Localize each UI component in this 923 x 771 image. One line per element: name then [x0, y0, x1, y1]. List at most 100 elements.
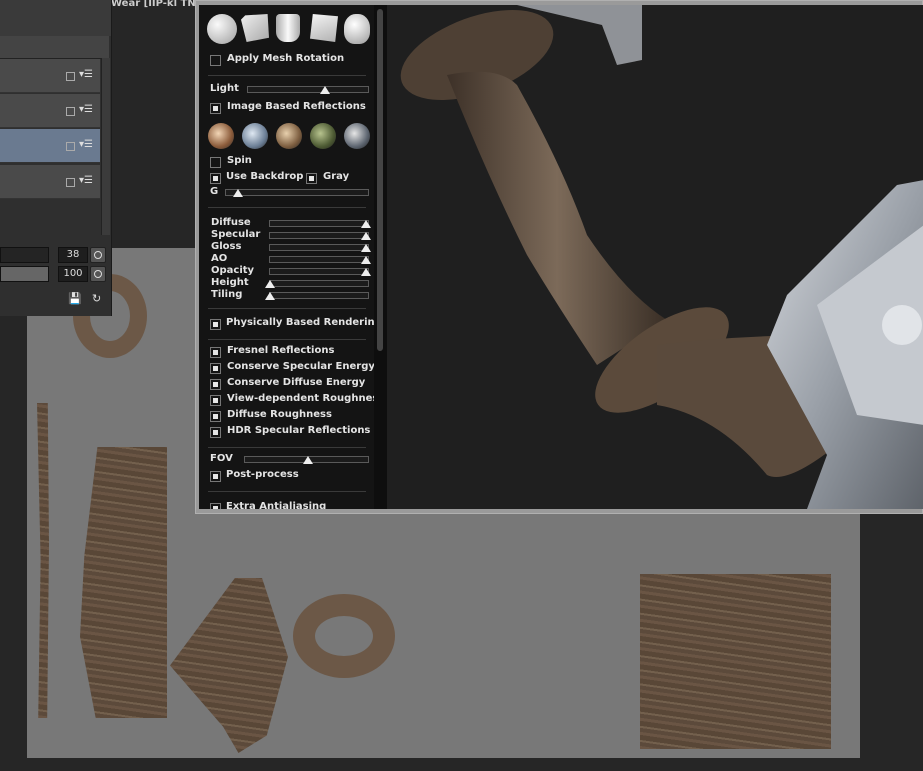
option-checkbox[interactable]: [210, 395, 221, 406]
channel-slider-opacity[interactable]: [269, 268, 369, 275]
channel-slider-thumb[interactable]: [265, 280, 275, 288]
eye-icon[interactable]: [66, 178, 75, 187]
channel-slider-diffuse[interactable]: [269, 220, 369, 227]
grip: [447, 71, 667, 366]
apply-mesh-rotation-label: Apply Mesh Rotation: [227, 53, 345, 64]
layer-menu-icon[interactable]: ▾☰: [79, 69, 93, 80]
environment-map-3[interactable]: [276, 123, 302, 149]
option-checkbox[interactable]: [210, 347, 221, 358]
cylinder-primitive-button[interactable]: [276, 14, 300, 42]
uv-island-ring: [293, 594, 395, 678]
layer-row-selected[interactable]: ▾☰: [0, 129, 100, 163]
size-slider[interactable]: [0, 266, 49, 282]
channel-slider-gloss[interactable]: [269, 244, 369, 251]
channel-slider-thumb[interactable]: [361, 220, 371, 228]
layer-row[interactable]: ▾☰: [0, 59, 100, 93]
layer-menu-icon[interactable]: ▾☰: [79, 139, 93, 150]
scrollbar-thumb[interactable]: [377, 9, 383, 351]
option-checkbox[interactable]: [210, 363, 221, 374]
option-label: Conserve Specular Energy: [227, 361, 375, 372]
environment-map-1[interactable]: [208, 123, 234, 149]
layers-scrollbar[interactable]: [101, 58, 110, 235]
image-based-reflections-checkbox[interactable]: [210, 103, 221, 114]
channel-label-ao: AO: [211, 253, 228, 264]
channel-slider-ao[interactable]: [269, 256, 369, 263]
extra-antialiasing-checkbox[interactable]: [210, 503, 221, 509]
channel-label-tiling: Tiling: [211, 289, 243, 300]
model-primitive-button[interactable]: [344, 14, 370, 44]
layer-row[interactable]: ▾☰: [0, 165, 100, 199]
fov-label: FOV: [210, 453, 233, 464]
post-process-label: Post-process: [226, 469, 299, 480]
divider: [208, 308, 366, 309]
uv-island-strip-wide: [80, 447, 167, 718]
channel-label-gloss: Gloss: [211, 241, 242, 252]
opacity-value[interactable]: 38: [58, 247, 88, 263]
layer-row[interactable]: ▾☰: [0, 94, 100, 128]
layer-menu-icon[interactable]: ▾☰: [79, 175, 93, 186]
opacity-picker-icon[interactable]: [90, 247, 106, 263]
size-picker-icon[interactable]: [90, 266, 106, 282]
opacity-slider[interactable]: [0, 247, 49, 263]
channel-label-specular: Specular: [211, 229, 261, 240]
panel-top-strip: [0, 0, 111, 36]
pbr-label: Physically Based Rendering: [226, 317, 375, 328]
layers-header: [0, 36, 109, 59]
channel-slider-thumb[interactable]: [361, 256, 371, 264]
spin-checkbox[interactable]: [210, 157, 221, 168]
option-checkbox[interactable]: [210, 379, 221, 390]
option-label: HDR Specular Reflections: [227, 425, 371, 436]
eye-icon[interactable]: [66, 142, 75, 151]
divider: [208, 207, 366, 208]
uv-island-blade: [170, 578, 288, 753]
environment-map-2[interactable]: [242, 123, 268, 149]
layers-panel: ▾☰ ▾☰ ▾☰ ▾☰ 38 100 💾 ↻: [0, 0, 112, 316]
channel-slider-thumb[interactable]: [265, 292, 275, 300]
option-checkbox[interactable]: [210, 411, 221, 422]
g-slider[interactable]: [225, 189, 369, 196]
render-settings-panel: Apply Mesh Rotation Light Image Based Re…: [199, 5, 375, 509]
plane-primitive-button[interactable]: [310, 14, 338, 42]
environment-map-4[interactable]: [310, 123, 336, 149]
divider: [208, 491, 366, 492]
channel-label-opacity: Opacity: [211, 265, 255, 276]
cube-primitive-button[interactable]: [241, 14, 269, 42]
uv-island-strip-narrow: [37, 403, 49, 718]
channel-label-diffuse: Diffuse: [211, 217, 251, 228]
g-slider-thumb[interactable]: [233, 189, 243, 197]
apply-mesh-rotation-checkbox[interactable]: [210, 55, 221, 66]
spin-label: Spin: [227, 155, 252, 166]
fov-slider-thumb[interactable]: [303, 456, 313, 464]
channel-slider-thumb[interactable]: [361, 268, 371, 276]
pbr-checkbox[interactable]: [210, 319, 221, 330]
channel-slider-tiling[interactable]: [269, 292, 369, 299]
option-label: Conserve Diffuse Energy: [227, 377, 366, 388]
environment-map-5[interactable]: [344, 123, 370, 149]
use-backdrop-checkbox[interactable]: [210, 173, 221, 184]
layer-menu-icon[interactable]: ▾☰: [79, 104, 93, 115]
post-process-checkbox[interactable]: [210, 471, 221, 482]
window-title: Wear [IIP-kl TN(: [111, 0, 201, 9]
channel-slider-thumb[interactable]: [361, 232, 371, 240]
extra-antialiasing-label: Extra Antialiasing: [226, 501, 327, 509]
light-label: Light: [210, 83, 239, 94]
light-slider[interactable]: [247, 86, 369, 93]
save-icon[interactable]: 💾: [68, 292, 82, 305]
refresh-icon[interactable]: ↻: [92, 292, 101, 305]
sphere-primitive-button[interactable]: [207, 14, 237, 44]
g-label: G: [210, 186, 219, 197]
option-checkbox[interactable]: [210, 427, 221, 438]
channel-slider-specular[interactable]: [269, 232, 369, 239]
3d-viewport[interactable]: [387, 5, 923, 509]
option-label: Fresnel Reflections: [227, 345, 335, 356]
gray-checkbox[interactable]: [306, 173, 317, 184]
size-value[interactable]: 100: [58, 266, 88, 282]
uv-island-square: [640, 574, 831, 749]
channel-slider-height[interactable]: [269, 280, 369, 287]
light-slider-thumb[interactable]: [320, 86, 330, 94]
settings-scrollbar[interactable]: [374, 5, 387, 509]
eye-icon[interactable]: [66, 72, 75, 81]
channel-slider-thumb[interactable]: [361, 244, 371, 252]
eye-icon[interactable]: [66, 107, 75, 116]
divider: [208, 75, 366, 76]
